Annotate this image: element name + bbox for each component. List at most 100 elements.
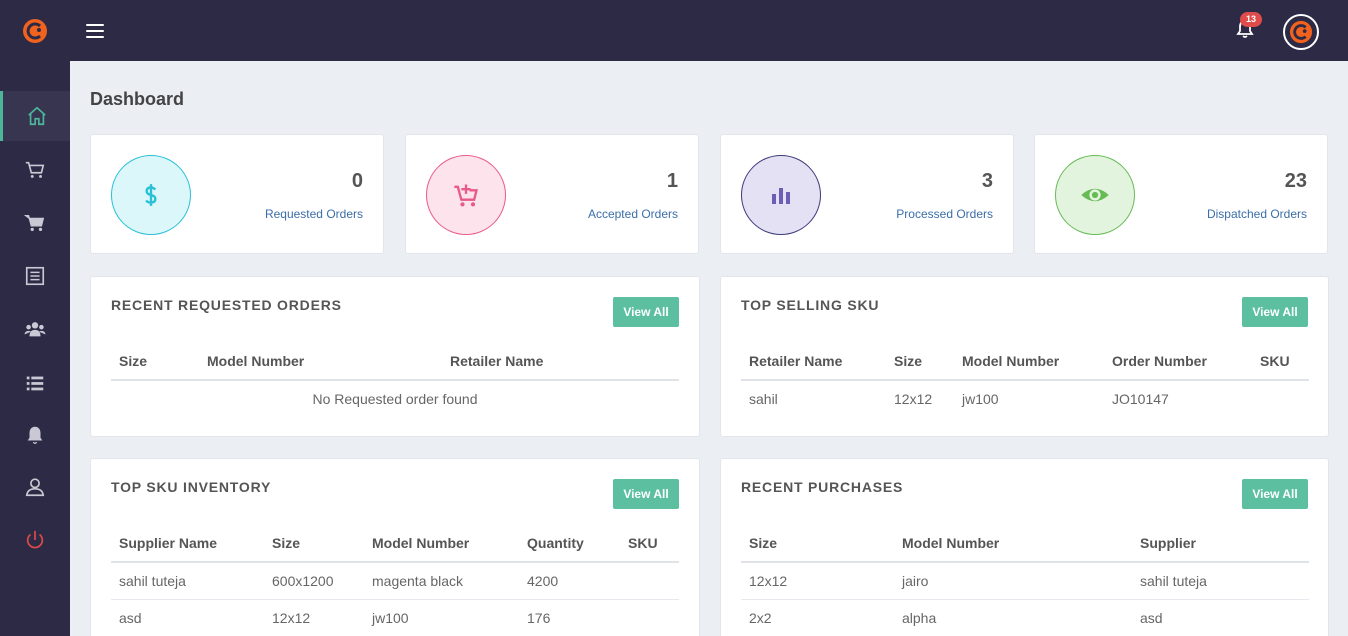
table-row: sahil tuteja 600x1200 magenta black 4200	[111, 562, 679, 600]
column-header: Retailer Name	[741, 342, 886, 381]
dollar-icon	[145, 184, 157, 206]
home-icon	[27, 106, 46, 126]
table-row: sahil 12x12 jw100 JO10147	[741, 380, 1309, 417]
panel-title: RECENT REQUESTED ORDERS	[111, 297, 342, 313]
column-header: Size	[264, 524, 364, 563]
column-header: SKU	[620, 524, 679, 563]
table-cell: 176	[519, 599, 620, 636]
table-header-row: Size Model Number Supplier	[741, 524, 1309, 563]
panel-title: TOP SKU INVENTORY	[111, 479, 272, 495]
sidebar-item-home[interactable]	[0, 91, 70, 141]
table-cell: jw100	[962, 391, 999, 407]
stat-icon-circle	[741, 155, 821, 235]
sidebar-item-logout[interactable]	[0, 515, 70, 565]
view-all-button[interactable]: View All	[613, 297, 679, 327]
table-cell: asd	[1132, 599, 1309, 636]
menu-toggle-icon[interactable]	[86, 24, 104, 38]
table-cell: 12x12	[741, 562, 894, 600]
sidebar-item-users[interactable]	[0, 304, 70, 354]
eye-icon	[1081, 188, 1109, 202]
list-alt-icon	[25, 266, 45, 286]
power-icon	[26, 530, 44, 549]
table-row: No Requested order found	[111, 380, 679, 417]
table-cell: sahil tuteja	[1132, 562, 1309, 600]
table-header-row: Retailer Name Size Model Number Order Nu…	[741, 342, 1309, 381]
column-header: Retailer Name	[442, 342, 679, 381]
column-header: SKU	[1252, 342, 1309, 381]
table-cell: sahil tuteja	[111, 562, 264, 600]
recent-purchases-panel: RECENT PURCHASES View All Size Model Num…	[720, 458, 1329, 636]
table-cell	[620, 562, 679, 600]
stat-label-link[interactable]: Requested Orders	[265, 207, 363, 221]
stat-value: 0	[351, 170, 363, 192]
top-selling-sku-table: Retailer Name Size Model Number Order Nu…	[741, 342, 1309, 417]
user-icon	[25, 478, 45, 497]
page-title: Dashboard	[90, 89, 185, 109]
cart-outline-icon	[25, 161, 45, 178]
sidebar-item-orders[interactable]	[0, 251, 70, 301]
recent-requested-orders-panel: RECENT REQUESTED ORDERS View All Size Mo…	[90, 276, 700, 437]
list-icon	[26, 376, 44, 391]
table-cell: jw100	[364, 599, 519, 636]
stat-card-accepted[interactable]: 1 Accepted Orders	[405, 134, 699, 254]
column-header: Model Number	[894, 524, 1132, 563]
bell-icon	[27, 426, 43, 444]
cart-icon	[24, 214, 45, 232]
table-row: asd 12x12 jw100 176	[111, 599, 679, 636]
table-cell: alpha	[894, 599, 1132, 636]
sidebar-item-cart-outline[interactable]	[0, 145, 70, 195]
stat-value: 23	[1284, 170, 1307, 192]
table-header-row: Size Model Number Retailer Name	[111, 342, 679, 381]
stat-icon-circle	[1055, 155, 1135, 235]
table-cell: 2x2	[741, 599, 894, 636]
table-cell	[1252, 380, 1309, 417]
table-row: 12x12 jairo sahil tuteja	[741, 562, 1309, 600]
notification-count-badge: 13	[1240, 12, 1262, 27]
column-header: Order Number	[1104, 342, 1252, 381]
app-logo-icon[interactable]	[22, 18, 48, 44]
stat-value: 3	[981, 170, 993, 192]
top-bar: 13	[0, 0, 1348, 61]
recent-purchases-table: Size Model Number Supplier 12x12 jairo s…	[741, 524, 1309, 636]
panel-title: RECENT PURCHASES	[741, 479, 904, 495]
table-cell: 4200	[519, 562, 620, 600]
stat-icon-circle	[111, 155, 191, 235]
table-row: 2x2 alpha asd	[741, 599, 1309, 636]
top-sku-inventory-panel: TOP SKU INVENTORY View All Supplier Name…	[90, 458, 700, 636]
table-cell: JO10147	[1112, 391, 1169, 407]
stat-label-link[interactable]: Processed Orders	[896, 207, 993, 221]
stat-label-link[interactable]: Dispatched Orders	[1207, 207, 1307, 221]
sidebar-item-notifications[interactable]	[0, 410, 70, 460]
table-cell: jairo	[894, 562, 1132, 600]
sidebar	[0, 61, 70, 636]
table-cell: asd	[111, 599, 264, 636]
sidebar-item-list[interactable]	[0, 358, 70, 408]
stat-label-link[interactable]: Accepted Orders	[588, 207, 678, 221]
panel-title: TOP SELLING SKU	[741, 297, 880, 313]
stat-card-requested[interactable]: 0 Requested Orders	[90, 134, 384, 254]
view-all-button[interactable]: View All	[1242, 479, 1308, 509]
stat-icon-circle	[426, 155, 506, 235]
bar-chart-icon	[772, 188, 790, 204]
stat-card-dispatched[interactable]: 23 Dispatched Orders	[1034, 134, 1328, 254]
table-header-row: Supplier Name Size Model Number Quantity…	[111, 524, 679, 563]
column-header: Model Number	[954, 342, 1104, 381]
stat-card-processed[interactable]: 3 Processed Orders	[720, 134, 1014, 254]
recent-requested-orders-table: Size Model Number Retailer Name No Reque…	[111, 342, 679, 417]
column-header: Size	[741, 524, 894, 563]
sidebar-item-cart[interactable]	[0, 198, 70, 248]
table-cell: 12x12	[894, 391, 933, 407]
column-header: Supplier Name	[111, 524, 264, 563]
column-header: Model Number	[364, 524, 519, 563]
sidebar-item-profile[interactable]	[0, 462, 70, 512]
table-cell: magenta black	[364, 562, 519, 600]
empty-state-message: No Requested order found	[312, 391, 478, 407]
table-cell: 12x12	[264, 599, 364, 636]
user-avatar[interactable]	[1283, 14, 1319, 50]
table-cell: 600x1200	[264, 562, 364, 600]
view-all-button[interactable]: View All	[1242, 297, 1308, 327]
stat-value: 1	[666, 170, 678, 192]
top-selling-sku-panel: TOP SELLING SKU View All Retailer Name S…	[720, 276, 1329, 437]
view-all-button[interactable]: View All	[613, 479, 679, 509]
column-header: Supplier	[1132, 524, 1309, 563]
